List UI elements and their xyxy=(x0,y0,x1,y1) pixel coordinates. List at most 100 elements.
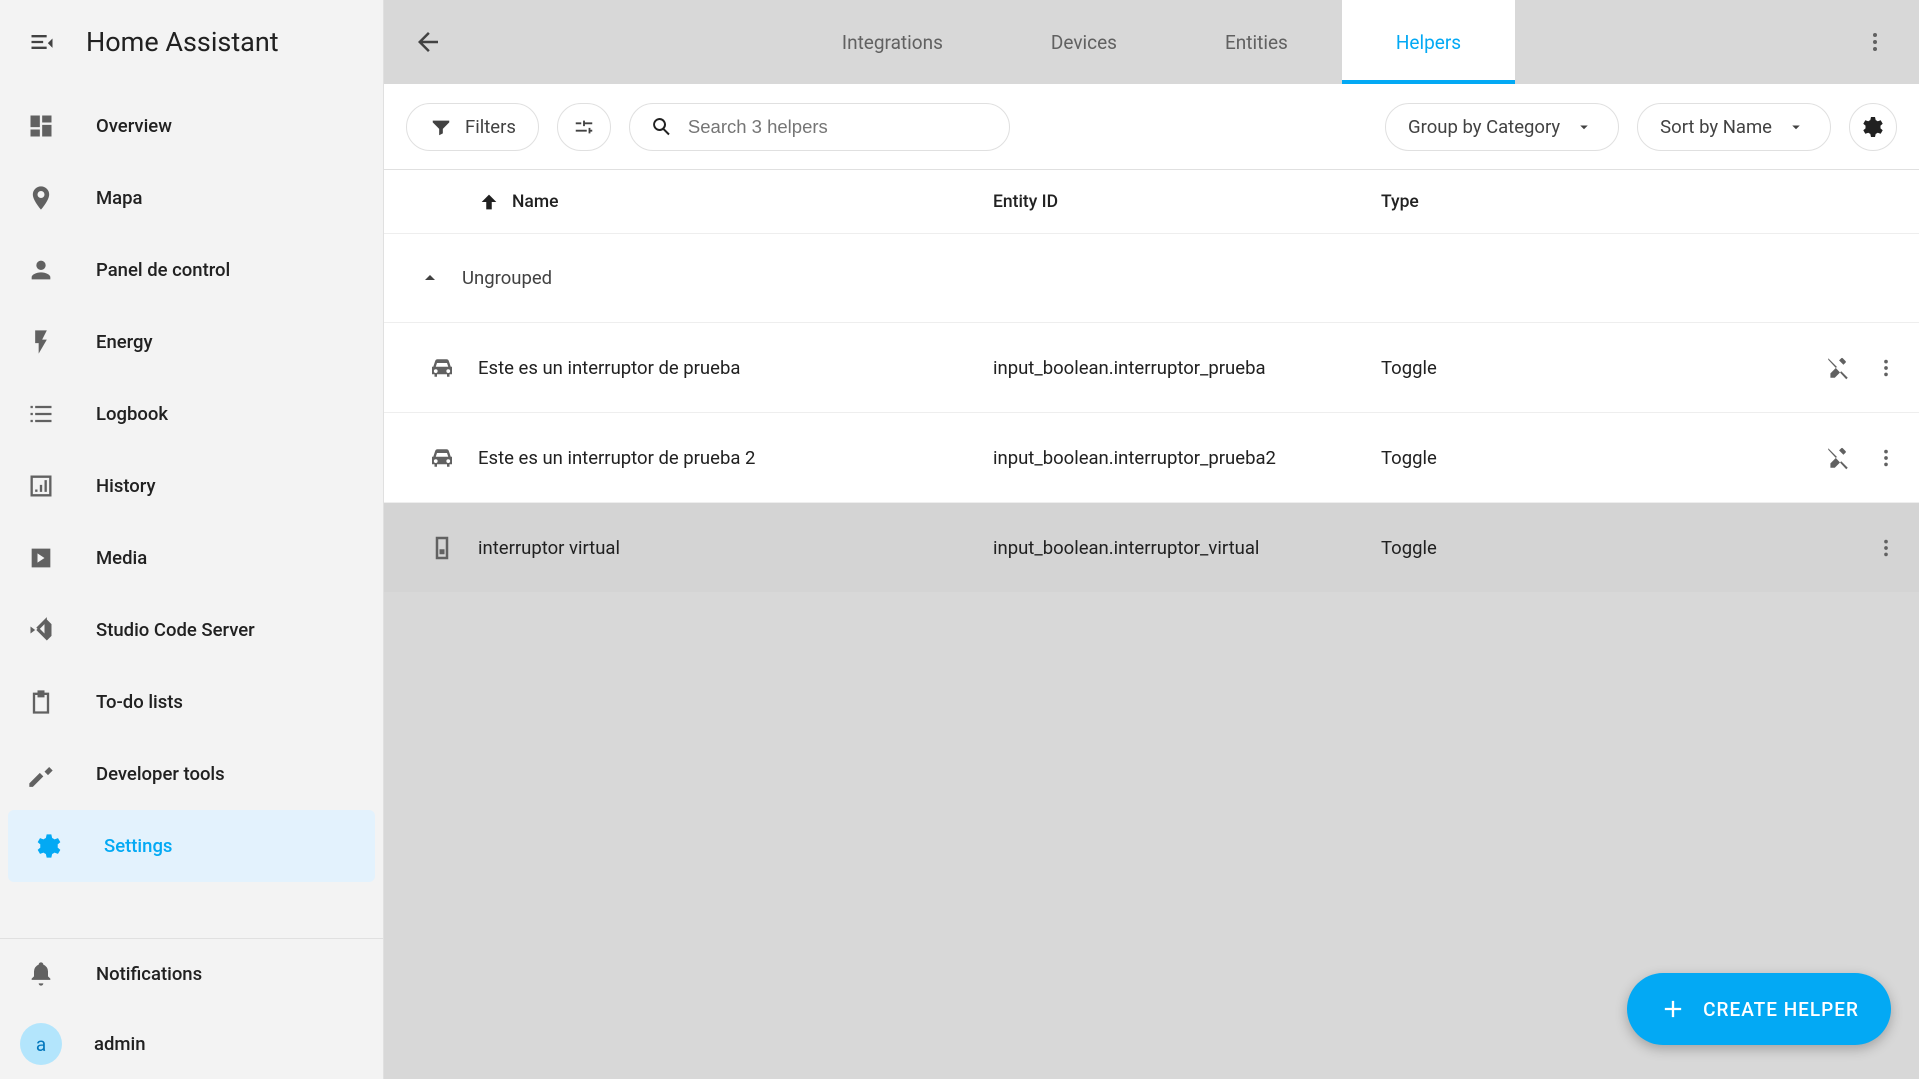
map-icon xyxy=(26,183,56,213)
row-type: Toggle xyxy=(1381,357,1767,379)
sidebar-item-label: To-do lists xyxy=(96,691,183,713)
column-label: Name xyxy=(512,192,558,212)
sidebar-item-media[interactable]: Media xyxy=(0,522,383,594)
row-entity-id: input_boolean.interruptor_prueba2 xyxy=(993,447,1381,469)
back-button[interactable] xyxy=(404,18,452,66)
row-entity-id: input_boolean.interruptor_virtual xyxy=(993,537,1381,559)
car-icon xyxy=(406,443,478,473)
app-title: Home Assistant xyxy=(86,26,279,58)
car-icon xyxy=(406,353,478,383)
overflow-menu-button[interactable] xyxy=(1851,18,1899,66)
play-icon xyxy=(26,543,56,573)
sidebar-item-label: Mapa xyxy=(96,187,143,209)
group-collapse-toggle[interactable] xyxy=(406,266,454,290)
table-row[interactable]: interruptor virtual input_boolean.interr… xyxy=(384,502,1919,592)
toolbar: Filters Group by Category Sort by Name xyxy=(384,84,1919,170)
code-icon xyxy=(26,615,56,645)
arrow-up-icon xyxy=(478,191,500,213)
tab-helpers[interactable]: Helpers xyxy=(1342,0,1515,84)
arrow-left-icon xyxy=(413,27,443,57)
sidebar-item-energy[interactable]: Energy xyxy=(0,306,383,378)
sidebar-item-overview[interactable]: Overview xyxy=(0,90,383,162)
row-entity-id: input_boolean.interruptor_prueba xyxy=(993,357,1381,379)
sidebar-item-notifications[interactable]: Notifications xyxy=(0,939,383,1009)
row-name: Este es un interruptor de prueba 2 xyxy=(478,447,993,469)
sidebar-item-panel[interactable]: Panel de control xyxy=(0,234,383,306)
menu-collapse-icon xyxy=(28,28,56,56)
sort-by-button[interactable]: Sort by Name xyxy=(1637,103,1831,151)
tab-entities[interactable]: Entities xyxy=(1171,0,1342,84)
column-header-name[interactable]: Name xyxy=(478,191,993,213)
helpers-table: Name Entity ID Type Ungrouped Este es un… xyxy=(384,170,1919,592)
sidebar-item-label: History xyxy=(96,475,156,497)
table-row[interactable]: Este es un interruptor de prueba input_b… xyxy=(384,322,1919,412)
sidebar-items: Overview Mapa Panel de control Energy Lo… xyxy=(0,84,383,938)
tab-label: Integrations xyxy=(842,31,943,54)
sidebar-item-label: Logbook xyxy=(96,403,168,425)
group-row[interactable]: Ungrouped xyxy=(384,234,1919,322)
sidebar-item-label: admin xyxy=(94,1033,146,1055)
plus-icon xyxy=(1659,995,1687,1023)
search-icon xyxy=(650,115,674,139)
row-menu-button[interactable] xyxy=(1875,537,1897,559)
fab-label: CREATE HELPER xyxy=(1703,998,1859,1021)
column-header-entity[interactable]: Entity ID xyxy=(993,192,1381,212)
menu-toggle-button[interactable] xyxy=(26,26,58,58)
row-menu-button[interactable] xyxy=(1875,357,1897,379)
sidebar: Home Assistant Overview Mapa Panel de co… xyxy=(0,0,384,1079)
main-content: Integrations Devices Entities Helpers Fi… xyxy=(384,0,1919,1079)
gear-icon xyxy=(34,831,64,861)
filter-settings-button[interactable] xyxy=(557,103,611,151)
tab-integrations[interactable]: Integrations xyxy=(788,0,997,84)
row-name: Este es un interruptor de prueba xyxy=(478,357,993,379)
table-header: Name Entity ID Type xyxy=(384,170,1919,234)
tab-label: Helpers xyxy=(1396,31,1461,54)
switch-icon xyxy=(406,533,478,563)
row-type: Toggle xyxy=(1381,447,1767,469)
sidebar-item-developer-tools[interactable]: Developer tools xyxy=(0,738,383,810)
account-icon xyxy=(26,255,56,285)
search-input[interactable] xyxy=(688,116,989,138)
row-type: Toggle xyxy=(1381,537,1767,559)
search-box[interactable] xyxy=(629,103,1010,151)
table-row[interactable]: Este es un interruptor de prueba 2 input… xyxy=(384,412,1919,502)
sidebar-item-label: Settings xyxy=(104,835,172,857)
sidebar-item-history[interactable]: History xyxy=(0,450,383,522)
avatar: a xyxy=(20,1023,62,1065)
group-by-button[interactable]: Group by Category xyxy=(1385,103,1619,151)
row-name: interruptor virtual xyxy=(478,537,993,559)
create-helper-fab[interactable]: CREATE HELPER xyxy=(1627,973,1891,1045)
sidebar-item-label: Overview xyxy=(96,115,172,137)
sidebar-item-settings[interactable]: Settings xyxy=(8,810,375,882)
sidebar-item-todo[interactable]: To-do lists xyxy=(0,666,383,738)
chevron-down-icon xyxy=(1572,115,1596,139)
tab-label: Entities xyxy=(1225,31,1288,54)
sidebar-header: Home Assistant xyxy=(0,0,383,84)
gear-icon xyxy=(1861,115,1885,139)
avatar-initial: a xyxy=(36,1033,46,1056)
table-settings-button[interactable] xyxy=(1849,103,1897,151)
chevron-down-icon xyxy=(1784,115,1808,139)
sidebar-item-label: Panel de control xyxy=(96,259,230,281)
filters-button[interactable]: Filters xyxy=(406,103,539,151)
bell-icon xyxy=(26,959,56,989)
sidebar-item-user[interactable]: a admin xyxy=(0,1009,383,1079)
sidebar-item-label: Developer tools xyxy=(96,763,225,785)
list-icon xyxy=(26,399,56,429)
sidebar-footer: Notifications a admin xyxy=(0,938,383,1079)
edit-disabled-icon[interactable] xyxy=(1825,445,1851,471)
group-by-label: Group by Category xyxy=(1408,116,1560,138)
row-menu-button[interactable] xyxy=(1875,447,1897,469)
column-header-type[interactable]: Type xyxy=(1381,192,1767,212)
sidebar-item-label: Studio Code Server xyxy=(96,619,255,641)
tab-label: Devices xyxy=(1051,31,1117,54)
edit-disabled-icon[interactable] xyxy=(1825,355,1851,381)
column-label: Entity ID xyxy=(993,192,1058,212)
tune-icon xyxy=(572,115,596,139)
tab-devices[interactable]: Devices xyxy=(997,0,1171,84)
sidebar-item-studio-code[interactable]: Studio Code Server xyxy=(0,594,383,666)
sidebar-item-mapa[interactable]: Mapa xyxy=(0,162,383,234)
dashboard-icon xyxy=(26,111,56,141)
topbar: Integrations Devices Entities Helpers xyxy=(384,0,1919,84)
sidebar-item-logbook[interactable]: Logbook xyxy=(0,378,383,450)
